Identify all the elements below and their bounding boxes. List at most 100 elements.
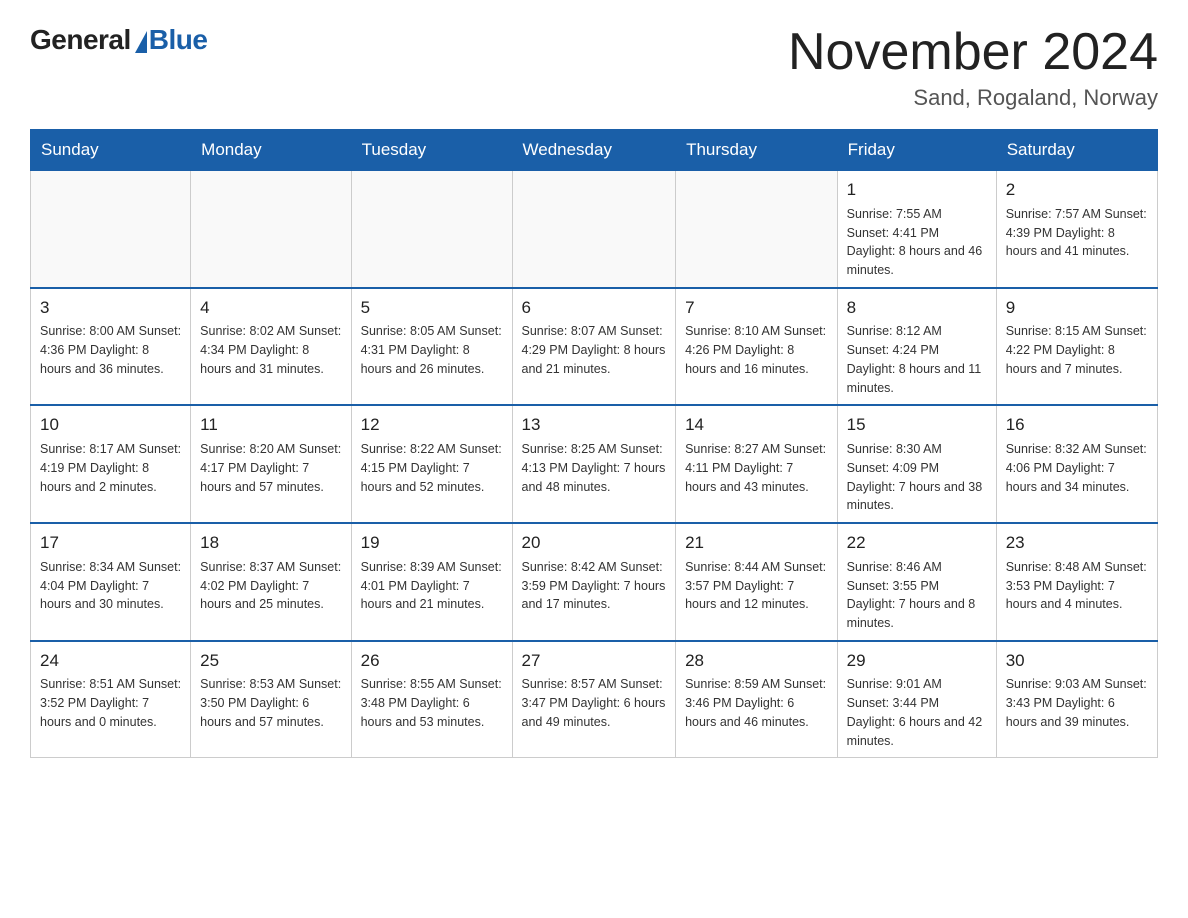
day-number: 16	[1006, 413, 1148, 438]
day-info: Sunrise: 8:34 AM Sunset: 4:04 PM Dayligh…	[40, 558, 181, 614]
calendar-cell: 8Sunrise: 8:12 AM Sunset: 4:24 PM Daylig…	[837, 288, 996, 406]
calendar-header-tuesday: Tuesday	[351, 130, 512, 171]
calendar-week-row: 1Sunrise: 7:55 AM Sunset: 4:41 PM Daylig…	[31, 171, 1158, 288]
day-info: Sunrise: 8:00 AM Sunset: 4:36 PM Dayligh…	[40, 322, 181, 378]
logo-blue-text: Blue	[149, 24, 208, 56]
calendar-cell: 26Sunrise: 8:55 AM Sunset: 3:48 PM Dayli…	[351, 641, 512, 758]
day-number: 13	[522, 413, 667, 438]
calendar-week-row: 10Sunrise: 8:17 AM Sunset: 4:19 PM Dayli…	[31, 405, 1158, 523]
day-info: Sunrise: 8:53 AM Sunset: 3:50 PM Dayligh…	[200, 675, 341, 731]
calendar-cell: 21Sunrise: 8:44 AM Sunset: 3:57 PM Dayli…	[676, 523, 838, 641]
day-info: Sunrise: 8:07 AM Sunset: 4:29 PM Dayligh…	[522, 322, 667, 378]
day-info: Sunrise: 8:25 AM Sunset: 4:13 PM Dayligh…	[522, 440, 667, 496]
day-info: Sunrise: 8:48 AM Sunset: 3:53 PM Dayligh…	[1006, 558, 1148, 614]
calendar-cell: 18Sunrise: 8:37 AM Sunset: 4:02 PM Dayli…	[191, 523, 351, 641]
day-number: 25	[200, 649, 341, 674]
day-info: Sunrise: 8:51 AM Sunset: 3:52 PM Dayligh…	[40, 675, 181, 731]
month-year-title: November 2024	[788, 24, 1158, 81]
day-info: Sunrise: 8:02 AM Sunset: 4:34 PM Dayligh…	[200, 322, 341, 378]
calendar-header-sunday: Sunday	[31, 130, 191, 171]
day-info: Sunrise: 8:37 AM Sunset: 4:02 PM Dayligh…	[200, 558, 341, 614]
calendar-cell	[191, 171, 351, 288]
day-number: 17	[40, 531, 181, 556]
calendar-cell: 7Sunrise: 8:10 AM Sunset: 4:26 PM Daylig…	[676, 288, 838, 406]
day-number: 9	[1006, 296, 1148, 321]
calendar-week-row: 24Sunrise: 8:51 AM Sunset: 3:52 PM Dayli…	[31, 641, 1158, 758]
day-info: Sunrise: 8:12 AM Sunset: 4:24 PM Dayligh…	[847, 322, 987, 397]
day-number: 22	[847, 531, 987, 556]
day-info: Sunrise: 8:39 AM Sunset: 4:01 PM Dayligh…	[361, 558, 503, 614]
calendar-cell	[512, 171, 676, 288]
calendar-cell: 22Sunrise: 8:46 AM Sunset: 3:55 PM Dayli…	[837, 523, 996, 641]
calendar-header-row: SundayMondayTuesdayWednesdayThursdayFrid…	[31, 130, 1158, 171]
day-info: Sunrise: 8:30 AM Sunset: 4:09 PM Dayligh…	[847, 440, 987, 515]
day-info: Sunrise: 7:55 AM Sunset: 4:41 PM Dayligh…	[847, 205, 987, 280]
calendar-header-saturday: Saturday	[996, 130, 1157, 171]
calendar-cell	[676, 171, 838, 288]
day-info: Sunrise: 8:46 AM Sunset: 3:55 PM Dayligh…	[847, 558, 987, 633]
calendar-cell: 19Sunrise: 8:39 AM Sunset: 4:01 PM Dayli…	[351, 523, 512, 641]
day-info: Sunrise: 8:44 AM Sunset: 3:57 PM Dayligh…	[685, 558, 828, 614]
day-info: Sunrise: 8:42 AM Sunset: 3:59 PM Dayligh…	[522, 558, 667, 614]
calendar-cell: 17Sunrise: 8:34 AM Sunset: 4:04 PM Dayli…	[31, 523, 191, 641]
day-info: Sunrise: 9:03 AM Sunset: 3:43 PM Dayligh…	[1006, 675, 1148, 731]
day-number: 8	[847, 296, 987, 321]
day-number: 26	[361, 649, 503, 674]
calendar-header-wednesday: Wednesday	[512, 130, 676, 171]
calendar-cell: 24Sunrise: 8:51 AM Sunset: 3:52 PM Dayli…	[31, 641, 191, 758]
calendar-table: SundayMondayTuesdayWednesdayThursdayFrid…	[30, 129, 1158, 758]
day-number: 21	[685, 531, 828, 556]
calendar-cell: 23Sunrise: 8:48 AM Sunset: 3:53 PM Dayli…	[996, 523, 1157, 641]
day-info: Sunrise: 8:57 AM Sunset: 3:47 PM Dayligh…	[522, 675, 667, 731]
day-number: 5	[361, 296, 503, 321]
day-number: 4	[200, 296, 341, 321]
calendar-week-row: 17Sunrise: 8:34 AM Sunset: 4:04 PM Dayli…	[31, 523, 1158, 641]
day-info: Sunrise: 8:20 AM Sunset: 4:17 PM Dayligh…	[200, 440, 341, 496]
day-info: Sunrise: 9:01 AM Sunset: 3:44 PM Dayligh…	[847, 675, 987, 750]
calendar-cell: 5Sunrise: 8:05 AM Sunset: 4:31 PM Daylig…	[351, 288, 512, 406]
calendar-cell: 13Sunrise: 8:25 AM Sunset: 4:13 PM Dayli…	[512, 405, 676, 523]
calendar-cell: 9Sunrise: 8:15 AM Sunset: 4:22 PM Daylig…	[996, 288, 1157, 406]
calendar-cell: 28Sunrise: 8:59 AM Sunset: 3:46 PM Dayli…	[676, 641, 838, 758]
day-info: Sunrise: 8:32 AM Sunset: 4:06 PM Dayligh…	[1006, 440, 1148, 496]
logo: General Blue	[30, 24, 207, 56]
calendar-cell: 14Sunrise: 8:27 AM Sunset: 4:11 PM Dayli…	[676, 405, 838, 523]
day-info: Sunrise: 8:05 AM Sunset: 4:31 PM Dayligh…	[361, 322, 503, 378]
day-number: 28	[685, 649, 828, 674]
day-info: Sunrise: 8:22 AM Sunset: 4:15 PM Dayligh…	[361, 440, 503, 496]
day-number: 18	[200, 531, 341, 556]
day-info: Sunrise: 8:55 AM Sunset: 3:48 PM Dayligh…	[361, 675, 503, 731]
day-number: 7	[685, 296, 828, 321]
calendar-header-friday: Friday	[837, 130, 996, 171]
day-number: 10	[40, 413, 181, 438]
calendar-week-row: 3Sunrise: 8:00 AM Sunset: 4:36 PM Daylig…	[31, 288, 1158, 406]
calendar-cell: 20Sunrise: 8:42 AM Sunset: 3:59 PM Dayli…	[512, 523, 676, 641]
calendar-cell: 1Sunrise: 7:55 AM Sunset: 4:41 PM Daylig…	[837, 171, 996, 288]
calendar-cell: 30Sunrise: 9:03 AM Sunset: 3:43 PM Dayli…	[996, 641, 1157, 758]
day-number: 2	[1006, 178, 1148, 203]
calendar-cell: 4Sunrise: 8:02 AM Sunset: 4:34 PM Daylig…	[191, 288, 351, 406]
calendar-header-thursday: Thursday	[676, 130, 838, 171]
calendar-cell: 12Sunrise: 8:22 AM Sunset: 4:15 PM Dayli…	[351, 405, 512, 523]
day-info: Sunrise: 8:15 AM Sunset: 4:22 PM Dayligh…	[1006, 322, 1148, 378]
calendar-cell: 27Sunrise: 8:57 AM Sunset: 3:47 PM Dayli…	[512, 641, 676, 758]
day-number: 1	[847, 178, 987, 203]
day-info: Sunrise: 8:59 AM Sunset: 3:46 PM Dayligh…	[685, 675, 828, 731]
day-number: 27	[522, 649, 667, 674]
page-header: General Blue November 2024 Sand, Rogalan…	[30, 24, 1158, 111]
day-number: 19	[361, 531, 503, 556]
day-info: Sunrise: 8:17 AM Sunset: 4:19 PM Dayligh…	[40, 440, 181, 496]
calendar-cell: 16Sunrise: 8:32 AM Sunset: 4:06 PM Dayli…	[996, 405, 1157, 523]
calendar-header-monday: Monday	[191, 130, 351, 171]
day-info: Sunrise: 8:10 AM Sunset: 4:26 PM Dayligh…	[685, 322, 828, 378]
day-number: 15	[847, 413, 987, 438]
day-number: 20	[522, 531, 667, 556]
logo-general-text: General	[30, 24, 131, 56]
calendar-cell: 25Sunrise: 8:53 AM Sunset: 3:50 PM Dayli…	[191, 641, 351, 758]
day-number: 6	[522, 296, 667, 321]
day-number: 3	[40, 296, 181, 321]
day-number: 30	[1006, 649, 1148, 674]
calendar-cell: 15Sunrise: 8:30 AM Sunset: 4:09 PM Dayli…	[837, 405, 996, 523]
day-info: Sunrise: 8:27 AM Sunset: 4:11 PM Dayligh…	[685, 440, 828, 496]
day-number: 24	[40, 649, 181, 674]
